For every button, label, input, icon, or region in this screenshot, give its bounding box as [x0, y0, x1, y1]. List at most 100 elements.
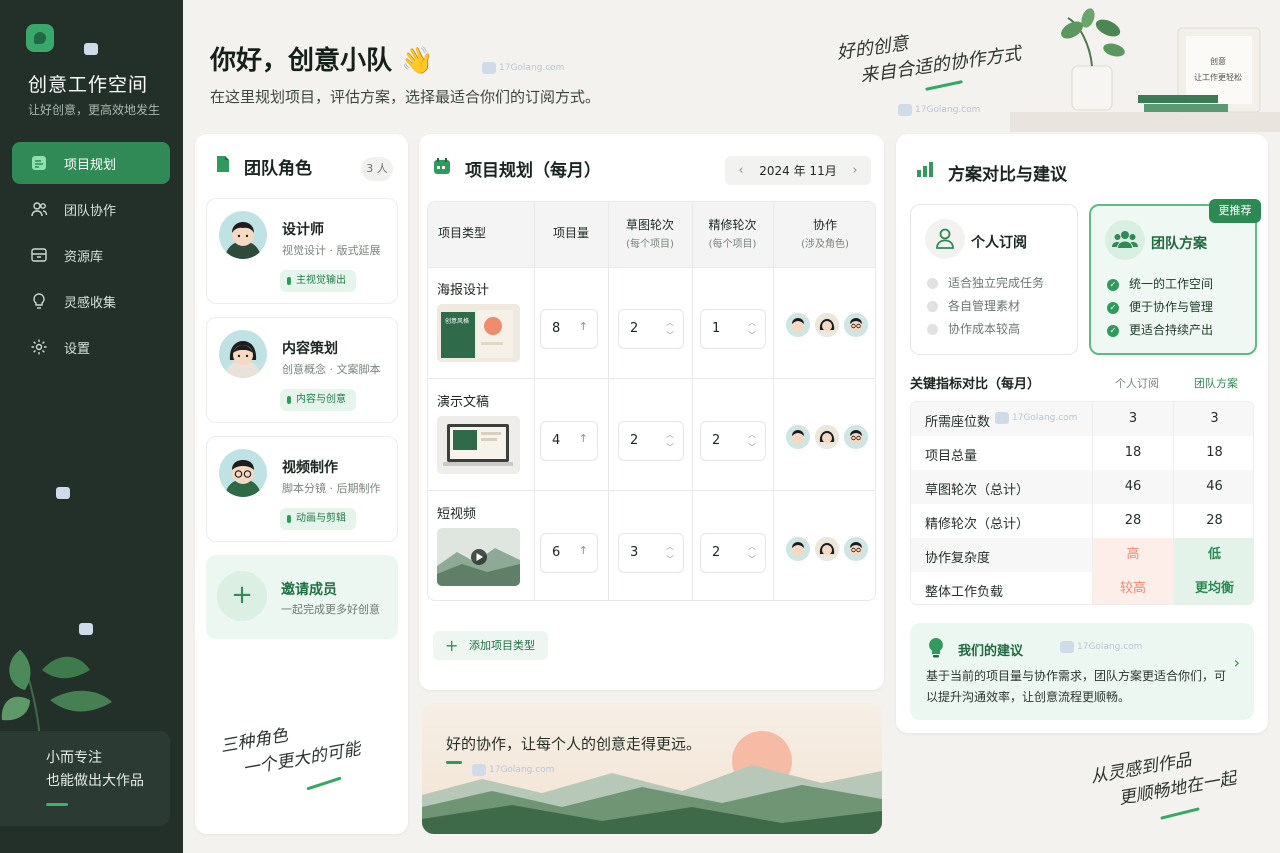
metric-team-value: 低 [1173, 538, 1253, 572]
updown-icon[interactable]: ︿ ﹀ [748, 428, 756, 454]
updown-icon[interactable]: ︿ ﹀ [748, 540, 756, 566]
collab-avatars [786, 425, 868, 449]
sidebar-item-library[interactable]: 资源库 [12, 234, 170, 276]
role-card-content[interactable]: 内容策划 创意概念 · 文案脚本 内容与创意 [206, 317, 398, 423]
team-icon [1105, 220, 1145, 260]
project-plan-table: 项目类型 项目量 草图轮次 (每个项目) 精修轮次 (每个项目) 协作 (涉及角色) … [427, 201, 876, 601]
sidebar-item-inspiration[interactable]: 灵感收集 [12, 280, 170, 322]
column-divider [773, 202, 774, 600]
draft-rounds-stepper[interactable]: 2 ︿ ﹀ [618, 309, 684, 349]
draft-rounds-stepper[interactable]: 2 ︿ ﹀ [618, 421, 684, 461]
stepper-value: 2 [630, 321, 639, 336]
bullet-icon [927, 301, 938, 312]
updown-icon[interactable]: ︿ ﹀ [666, 540, 674, 566]
refine-rounds-stepper[interactable]: 1 ︿ ﹀ [700, 309, 766, 349]
desk-frame-text: 创意 让工作更轻松 [1185, 54, 1251, 86]
metric-label: 协作复杂度 [925, 551, 991, 566]
sidebar: 创意工作空间 让好创意，更高效地发生 项目规划 团队协作 资源库 灵感收集 设置… [0, 0, 183, 853]
chevron-right-icon[interactable]: › [847, 163, 863, 178]
suggestion-panel[interactable]: 我们的建议 17Golang.com 基于当前的项目量与协作需求，团队方案更适合… [910, 623, 1254, 720]
sidebar-item-plan[interactable]: 项目规划 [12, 142, 170, 184]
refine-rounds-stepper[interactable]: 2 ︿ ﹀ [700, 421, 766, 461]
sidebar-quote-line2: 也能做出大作品 [46, 773, 144, 789]
library-icon [30, 246, 48, 264]
updown-icon[interactable]: ︿ ﹀ [666, 428, 674, 454]
arrow-up-icon[interactable]: ↑ [579, 432, 588, 445]
sidebar-item-label: 项目规划 [64, 157, 117, 173]
feature-text: 更适合持续产出 [1129, 323, 1214, 337]
refine-rounds-stepper[interactable]: 2 ︿ ﹀ [700, 533, 766, 573]
calendar-icon [434, 158, 450, 174]
bullet-icon [927, 324, 938, 335]
sidebar-item-settings[interactable]: 设置 [12, 326, 170, 368]
check-icon: ✓ [1107, 324, 1119, 337]
watermark-icon [482, 62, 496, 74]
watermark-text: 17Golang.com [1012, 413, 1078, 423]
comparison-title: 方案对比与建议 [948, 165, 1067, 185]
metric-label: 精修轮次（总计） [925, 517, 1030, 532]
option-team-plan[interactable]: 团队方案 ✓ 统一的工作空间 ✓ 便于协作与管理 ✓ 更适合持续产出 [1089, 204, 1257, 355]
stepper-value: 1 [712, 321, 721, 336]
project-count-stepper[interactable]: 6 ↑ [540, 533, 598, 573]
role-card-designer[interactable]: 设计师 视觉设计 · 版式延展 主视觉输出 [206, 198, 398, 304]
watermark-icon [898, 104, 912, 116]
role-description: 视觉设计 · 版式延展 [282, 244, 381, 257]
plan-icon [30, 154, 48, 172]
watermark: 17Golang.com [898, 104, 980, 116]
watermark-icon [995, 412, 1009, 424]
watermark-icon [1060, 641, 1074, 653]
role-tag: 内容与创意 [280, 389, 356, 411]
collab-avatars [786, 313, 868, 337]
role-description: 脚本分镜 · 后期制作 [282, 482, 381, 495]
updown-icon[interactable]: ︿ ﹀ [666, 316, 674, 342]
metric-personal-value: 3 [1092, 402, 1173, 436]
arrow-up-icon[interactable]: ↑ [579, 320, 588, 333]
updown-icon[interactable]: ︿ ﹀ [748, 316, 756, 342]
role-tag: 动画与剪辑 [280, 508, 356, 530]
handwriting-underline [925, 80, 963, 91]
arrow-up-icon[interactable]: ↑ [579, 544, 588, 557]
role-tag: 主视觉输出 [280, 270, 356, 292]
header-draft-sub: (每个项目) [626, 239, 674, 250]
option-features: ✓ 统一的工作空间 ✓ 便于协作与管理 ✓ 更适合持续产出 [1107, 273, 1213, 342]
chevron-left-icon[interactable]: ‹ [733, 163, 749, 178]
header-refine: 精修轮次 (每个项目) [692, 216, 773, 254]
invite-member-button[interactable]: + 邀请成员 一起完成更多好创意 [206, 555, 398, 639]
banner-accent [446, 761, 462, 764]
table-row: 协作复杂度 高 低 [911, 538, 1253, 572]
feature-text: 适合独立完成任务 [948, 276, 1045, 290]
avatar [844, 425, 868, 449]
watermark-text: 17Golang.com [915, 105, 981, 115]
metric-label: 整体工作负载 [925, 585, 1004, 600]
month-picker[interactable]: ‹ 2024 年 11月 › [725, 156, 871, 185]
role-description: 创意概念 · 文案脚本 [282, 363, 381, 376]
table-row: 项目总量 18 18 [911, 436, 1253, 470]
draft-rounds-stepper[interactable]: 3 ︿ ﹀ [618, 533, 684, 573]
sidebar-quote-accent [46, 803, 68, 806]
plus-icon: + [217, 571, 267, 621]
page-title: 你好，创意小队 👋 [210, 46, 434, 76]
table-row: 所需座位数 3 3 [911, 402, 1253, 436]
sidebar-item-team[interactable]: 团队协作 [12, 188, 170, 230]
feature-text: 便于协作与管理 [1129, 300, 1214, 314]
feature-text: 统一的工作空间 [1129, 277, 1214, 291]
plant-illustration [1, 649, 112, 740]
app-subtitle: 让好创意，更高效地发生 [28, 103, 161, 117]
feature-item: ✓ 便于协作与管理 [1107, 296, 1213, 319]
project-count-stepper[interactable]: 4 ↑ [540, 421, 598, 461]
add-project-type-button[interactable]: + 添加项目类型 [433, 631, 548, 660]
metric-personal-value: 较高 [1092, 572, 1173, 604]
metric-personal-value: 高 [1092, 538, 1173, 572]
role-card-video[interactable]: 视频制作 脚本分镜 · 后期制作 动画与剪辑 [206, 436, 398, 542]
video-thumbnail [437, 528, 520, 586]
chevron-right-icon[interactable]: › [1234, 653, 1240, 672]
option-personal-subscription[interactable]: 个人订阅 适合独立完成任务 各自管理素材 协作成本较高 [910, 204, 1078, 355]
metrics-title: 关键指标对比（每月） [910, 377, 1041, 392]
watermark-text: 17Golang.com [1077, 642, 1143, 652]
project-count-stepper[interactable]: 8 ↑ [540, 309, 598, 349]
column-divider [534, 202, 535, 600]
sidebar-quote-line1: 小而专注 [46, 750, 102, 766]
month-label: 2024 年 11月 [759, 164, 837, 178]
header-refine-sub: (每个项目) [708, 239, 757, 250]
metric-personal-value: 46 [1092, 470, 1173, 504]
